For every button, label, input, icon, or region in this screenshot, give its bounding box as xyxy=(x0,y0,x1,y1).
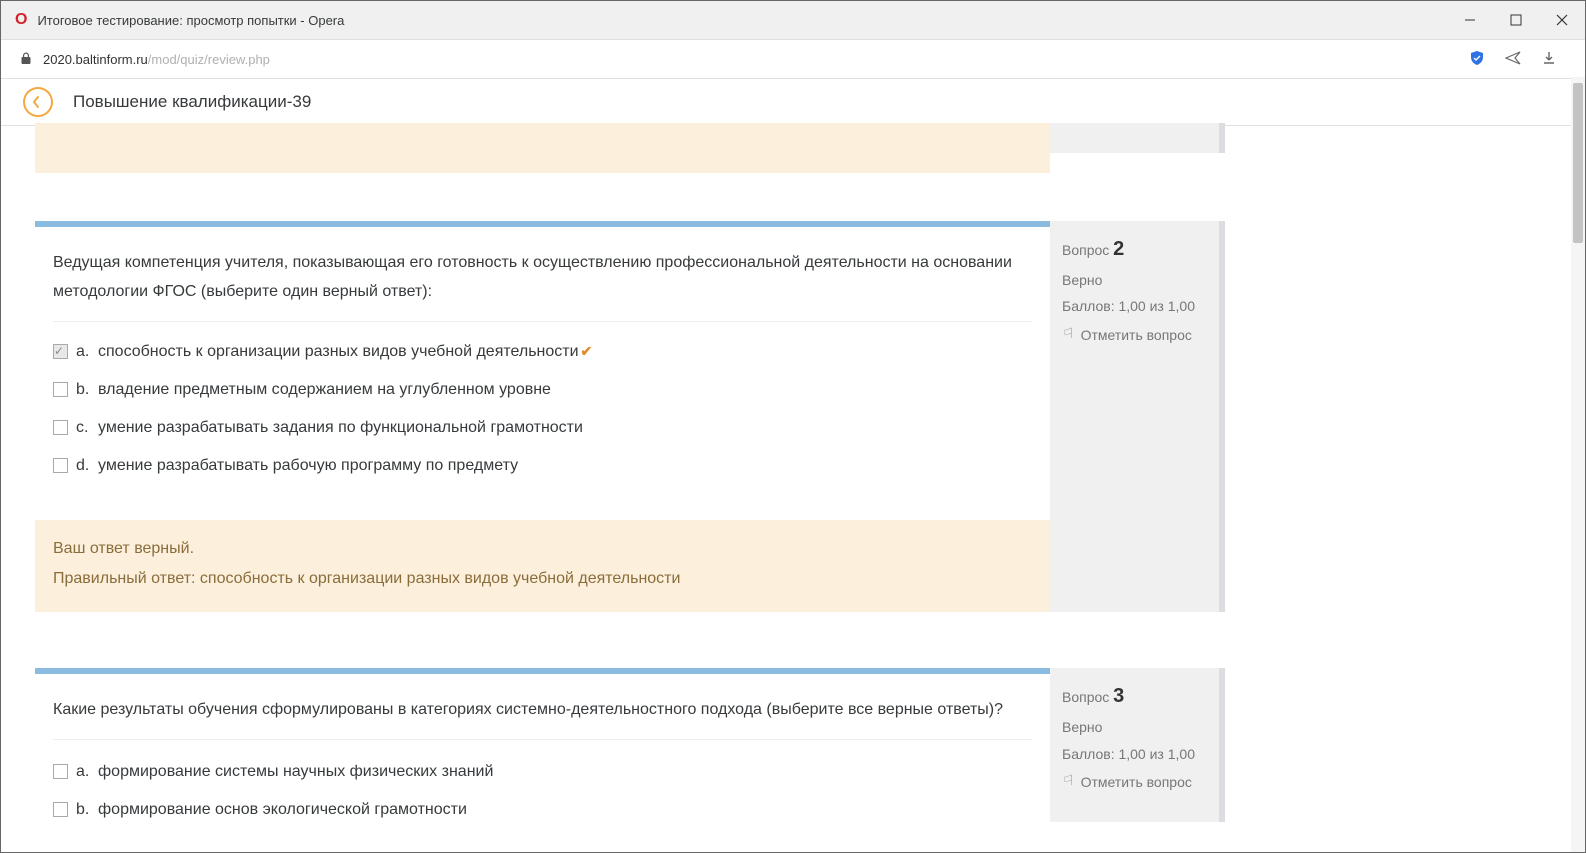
question-number: Вопрос 3 xyxy=(1062,680,1207,712)
checkbox-a[interactable] xyxy=(53,764,68,779)
question-status: Верно xyxy=(1062,716,1207,738)
answer-a: a. способность к организации разных видо… xyxy=(53,340,1032,364)
flag-icon: ⚐ xyxy=(1062,324,1075,342)
correct-tick-icon: ✔ xyxy=(581,343,593,359)
address-bar: 2020.baltinform.ru/mod/quiz/review.php xyxy=(1,40,1585,79)
feedback-line-1: Ваш ответ верный. xyxy=(53,534,1032,564)
question-1-side xyxy=(1050,123,1225,153)
answer-b: b. владение предметным содержанием на уг… xyxy=(53,378,1032,402)
site-header: Повышение квалификации-39 xyxy=(1,79,1585,126)
question-number: Вопрос 2 xyxy=(1062,233,1207,265)
question-status: Верно xyxy=(1062,269,1207,291)
download-icon[interactable] xyxy=(1541,50,1557,69)
answer-b: b. формирование основ экологической грам… xyxy=(53,798,1032,822)
question-grade: Баллов: 1,00 из 1,00 xyxy=(1062,295,1207,317)
question-2: Ведущая компетенция учителя, показывающа… xyxy=(35,221,1489,612)
checkbox-b[interactable] xyxy=(53,382,68,397)
feedback-line-2: Правильный ответ: способность к организа… xyxy=(53,564,1032,594)
window-title: Итоговое тестирование: просмотр попытки … xyxy=(37,13,344,28)
question-3-text: Какие результаты обучения сформулированы… xyxy=(53,696,1032,725)
checkbox-d[interactable] xyxy=(53,458,68,473)
question-3-answers: a. формирование системы научных физическ… xyxy=(53,760,1032,822)
answer-c-letter: c. xyxy=(76,416,98,440)
checkbox-a[interactable] xyxy=(53,344,68,359)
url-path: /mod/quiz/review.php xyxy=(148,52,270,67)
close-button[interactable] xyxy=(1539,1,1585,39)
site-logo-icon[interactable] xyxy=(23,87,53,117)
page-content: Ведущая компетенция учителя, показывающа… xyxy=(1,123,1585,852)
answer-d-text: умение разрабатывать рабочую программу п… xyxy=(98,454,1032,478)
opera-icon: O xyxy=(15,11,27,29)
flag-question-link[interactable]: ⚐ Отметить вопрос xyxy=(1062,324,1207,346)
answer-a-letter: a. xyxy=(76,340,98,364)
answer-a-letter: a. xyxy=(76,760,98,784)
maximize-button[interactable] xyxy=(1493,1,1539,39)
question-2-feedback: Ваш ответ верный. Правильный ответ: спос… xyxy=(35,520,1050,613)
answer-b-letter: b. xyxy=(76,378,98,402)
question-3-side: Вопрос 3 Верно Баллов: 1,00 из 1,00 ⚐ От… xyxy=(1050,668,1225,822)
window-titlebar: O Итоговое тестирование: просмотр попытк… xyxy=(1,1,1585,40)
question-3-separator xyxy=(53,739,1032,740)
answer-d-letter: d. xyxy=(76,454,98,478)
lock-icon xyxy=(19,51,33,68)
answer-c: c. умение разрабатывать задания по функц… xyxy=(53,416,1032,440)
checkbox-c[interactable] xyxy=(53,420,68,435)
question-2-separator xyxy=(53,321,1032,322)
flag-label: Отметить вопрос xyxy=(1081,324,1192,346)
question-grade: Баллов: 1,00 из 1,00 xyxy=(1062,743,1207,765)
question-2-side: Вопрос 2 Верно Баллов: 1,00 из 1,00 ⚐ От… xyxy=(1050,221,1225,612)
answer-d: d. умение разрабатывать рабочую программ… xyxy=(53,454,1032,478)
minimize-button[interactable] xyxy=(1447,1,1493,39)
question-2-answers: a. способность к организации разных видо… xyxy=(53,340,1032,478)
site-title[interactable]: Повышение квалификации-39 xyxy=(73,92,311,112)
answer-b-letter: b. xyxy=(76,798,98,822)
answer-a: a. формирование системы научных физическ… xyxy=(53,760,1032,784)
answer-c-text: умение разрабатывать задания по функцион… xyxy=(98,416,1032,440)
send-icon[interactable] xyxy=(1505,50,1521,69)
checkbox-b[interactable] xyxy=(53,802,68,817)
flag-icon: ⚐ xyxy=(1062,771,1075,789)
answer-a-text: способность к организации разных видов у… xyxy=(98,340,1032,364)
question-2-text: Ведущая компетенция учителя, показывающа… xyxy=(53,249,1032,307)
question-1-feedback xyxy=(35,123,1050,173)
question-1-partial xyxy=(35,123,1489,173)
question-3: Какие результаты обучения сформулированы… xyxy=(35,668,1489,822)
flag-question-link[interactable]: ⚐ Отметить вопрос xyxy=(1062,771,1207,793)
shield-icon[interactable] xyxy=(1469,50,1485,69)
flag-label: Отметить вопрос xyxy=(1081,771,1192,793)
answer-b-text: формирование основ экологической грамотн… xyxy=(98,798,1032,822)
url[interactable]: 2020.baltinform.ru/mod/quiz/review.php xyxy=(43,52,270,67)
url-host: 2020.baltinform.ru xyxy=(43,52,148,67)
answer-b-text: владение предметным содержанием на углуб… xyxy=(98,378,1032,402)
answer-a-text: формирование системы научных физических … xyxy=(98,760,1032,784)
